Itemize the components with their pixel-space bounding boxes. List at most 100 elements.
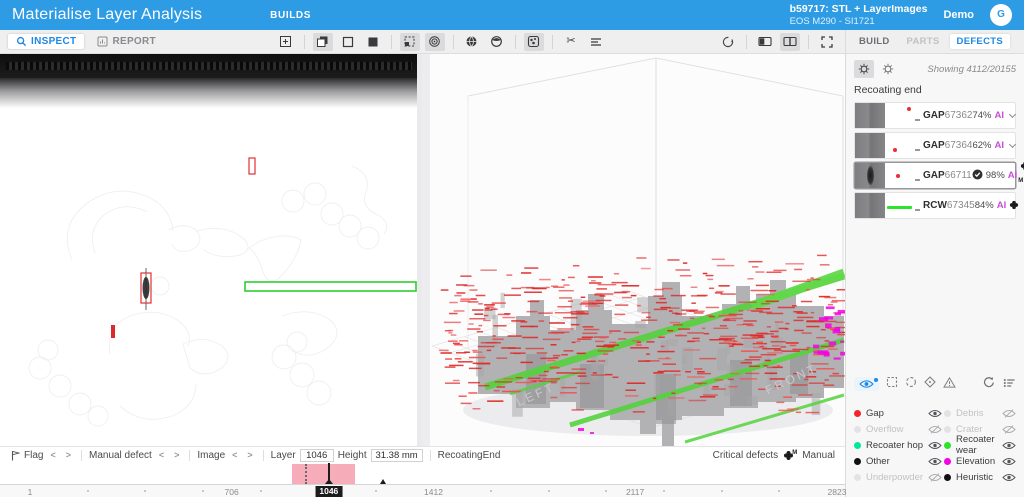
timeline-selected-range[interactable] bbox=[291, 464, 355, 484]
manual-defect-next-button[interactable]: > bbox=[171, 450, 182, 460]
right-panel-tabs: BUILD PARTS DEFECTS bbox=[846, 30, 1024, 54]
eye-icon[interactable] bbox=[928, 457, 942, 466]
critical-defect-icon: M bbox=[1018, 158, 1024, 194]
loop-icon[interactable] bbox=[905, 375, 917, 393]
flag-prev-button[interactable]: < bbox=[47, 450, 58, 460]
defect-box-small[interactable] bbox=[248, 157, 256, 175]
legend-label: Overflow bbox=[866, 423, 904, 435]
view-3d-cap-icon[interactable] bbox=[487, 33, 507, 51]
timeline-minor-tick bbox=[201, 490, 204, 492]
confidence-value: 62% bbox=[972, 140, 992, 151]
fullscreen-icon[interactable] bbox=[817, 33, 837, 51]
defect-group-label: Recoating end bbox=[854, 84, 922, 96]
layer-timeline[interactable]: 1046 1 706 1412 2117 2823 bbox=[0, 463, 847, 497]
timeline-tick-label: 1412 bbox=[424, 487, 443, 497]
eye-off-icon[interactable] bbox=[1002, 424, 1016, 434]
confidence-value: 98% bbox=[985, 170, 1005, 181]
eye-icon[interactable] bbox=[928, 441, 942, 450]
legend-item: Recoater hop bbox=[854, 437, 942, 453]
panel-single-icon[interactable] bbox=[755, 33, 775, 51]
top-bar: Materialise Layer Analysis BUILDS b59717… bbox=[0, 0, 1024, 30]
defect-row[interactable]: GAP67362 74% AI M bbox=[854, 102, 1017, 129]
timeline-tick-label: 706 bbox=[224, 487, 239, 497]
bottom-control-bar: Flag < > Manual defect < > Image < > Lay… bbox=[0, 446, 845, 463]
layer-label: Layer bbox=[270, 449, 296, 461]
timeline-tick-label: 2117 bbox=[625, 487, 645, 497]
image-next-button[interactable]: > bbox=[244, 450, 255, 460]
defect-mark-solid[interactable] bbox=[111, 325, 115, 338]
tab-parts[interactable]: PARTS bbox=[900, 34, 947, 49]
tab-defects[interactable]: DEFECTS bbox=[949, 34, 1010, 49]
avatar[interactable]: G bbox=[990, 3, 1012, 26]
bounding-box-icon[interactable] bbox=[886, 375, 898, 393]
overlay-region-icon[interactable] bbox=[399, 32, 420, 51]
chevron-down-icon[interactable] bbox=[1008, 140, 1017, 149]
tab-report[interactable]: REPORT bbox=[89, 34, 163, 49]
timeline-flag-marker[interactable] bbox=[380, 479, 387, 484]
mask-icon[interactable] bbox=[363, 33, 383, 51]
image-only-icon[interactable] bbox=[338, 33, 358, 51]
flag-next-button[interactable]: > bbox=[63, 450, 74, 460]
defect-color-dot bbox=[854, 457, 861, 465]
defect-row[interactable]: GAP66711 98% AI M bbox=[854, 161, 1024, 189]
eye-off-icon[interactable] bbox=[1002, 408, 1016, 418]
defect-thumbnail bbox=[855, 103, 885, 128]
eye-icon[interactable] bbox=[928, 409, 942, 418]
eye-icon[interactable] bbox=[1002, 473, 1016, 482]
legend-label: Underpowder bbox=[866, 471, 924, 483]
height-input[interactable] bbox=[370, 448, 423, 462]
layer-list-icon[interactable] bbox=[586, 33, 606, 51]
build-title: b59717: STL + LayerImages bbox=[789, 3, 928, 15]
panel-split-icon[interactable] bbox=[780, 32, 800, 51]
warning-icon[interactable] bbox=[943, 375, 956, 393]
recoater-wear-box[interactable] bbox=[244, 281, 417, 292]
manual-critical-flag: M bbox=[792, 449, 798, 456]
defect-color-dot bbox=[854, 425, 861, 433]
defect-row[interactable]: GAP67364 62% AI M bbox=[854, 132, 1017, 159]
legend-item: Debris bbox=[944, 405, 1016, 421]
grid-settings-icon[interactable] bbox=[854, 60, 874, 78]
group-settings-icon[interactable] bbox=[878, 60, 898, 78]
diamond-marker-icon[interactable] bbox=[924, 375, 936, 393]
layer-image-view[interactable] bbox=[0, 54, 422, 446]
defect-minimap bbox=[885, 133, 923, 158]
refresh-icon[interactable] bbox=[982, 375, 994, 393]
eye-icon[interactable] bbox=[1002, 457, 1016, 466]
defect-row[interactable]: RCW67345 84% AI M bbox=[854, 192, 1019, 219]
defect-minimap bbox=[885, 103, 923, 128]
user-menu[interactable]: Demo bbox=[943, 9, 974, 21]
tab-inspect-label: INSPECT bbox=[31, 36, 77, 47]
build-info[interactable]: b59717: STL + LayerImages EOS M290 - SI1… bbox=[790, 3, 928, 27]
compare-layers-icon[interactable] bbox=[312, 32, 333, 51]
slice-scissors-icon[interactable]: ✂ bbox=[561, 33, 581, 51]
legend-item: Elevation bbox=[944, 453, 1016, 469]
eye-off-icon[interactable] bbox=[928, 424, 942, 434]
tab-inspect[interactable]: INSPECT bbox=[8, 34, 85, 49]
pane-gutter bbox=[417, 54, 422, 446]
defect-cluster-icon[interactable] bbox=[523, 32, 544, 51]
timeline-current-handle[interactable] bbox=[324, 463, 333, 484]
eye-icon[interactable] bbox=[1002, 441, 1016, 450]
legend-item: Other bbox=[854, 453, 942, 469]
nav-builds[interactable]: BUILDS bbox=[270, 10, 311, 21]
view-3d-solid-icon[interactable] bbox=[462, 33, 482, 51]
reset-view-icon[interactable] bbox=[718, 33, 738, 51]
image-prev-button[interactable]: < bbox=[229, 450, 240, 460]
manual-defect-prev-button[interactable]: < bbox=[156, 450, 167, 460]
sort-icon[interactable] bbox=[1003, 375, 1016, 393]
image-label: Image bbox=[197, 449, 226, 461]
defect-color-dot bbox=[944, 441, 952, 449]
defect-type-legend: Gap Debris Overflow Crater Recoater hop Recoa… bbox=[846, 397, 1024, 497]
region-zoom-icon[interactable] bbox=[276, 33, 296, 51]
visibility-filter-icon[interactable] bbox=[854, 377, 879, 391]
tab-build[interactable]: BUILD bbox=[852, 34, 897, 49]
eye-off-icon[interactable] bbox=[928, 472, 942, 482]
viewer-3d[interactable]: LEFT FRONT bbox=[430, 54, 845, 446]
chevron-down-icon[interactable] bbox=[1008, 110, 1017, 119]
defect-spots-icon[interactable] bbox=[424, 32, 445, 51]
defect-color-dot bbox=[944, 457, 952, 465]
timeline-tick-label: 2823 bbox=[827, 487, 847, 497]
legend-label: Debris bbox=[956, 407, 984, 419]
layer-input[interactable] bbox=[299, 448, 334, 462]
legend-item: Underpowder bbox=[854, 469, 942, 485]
